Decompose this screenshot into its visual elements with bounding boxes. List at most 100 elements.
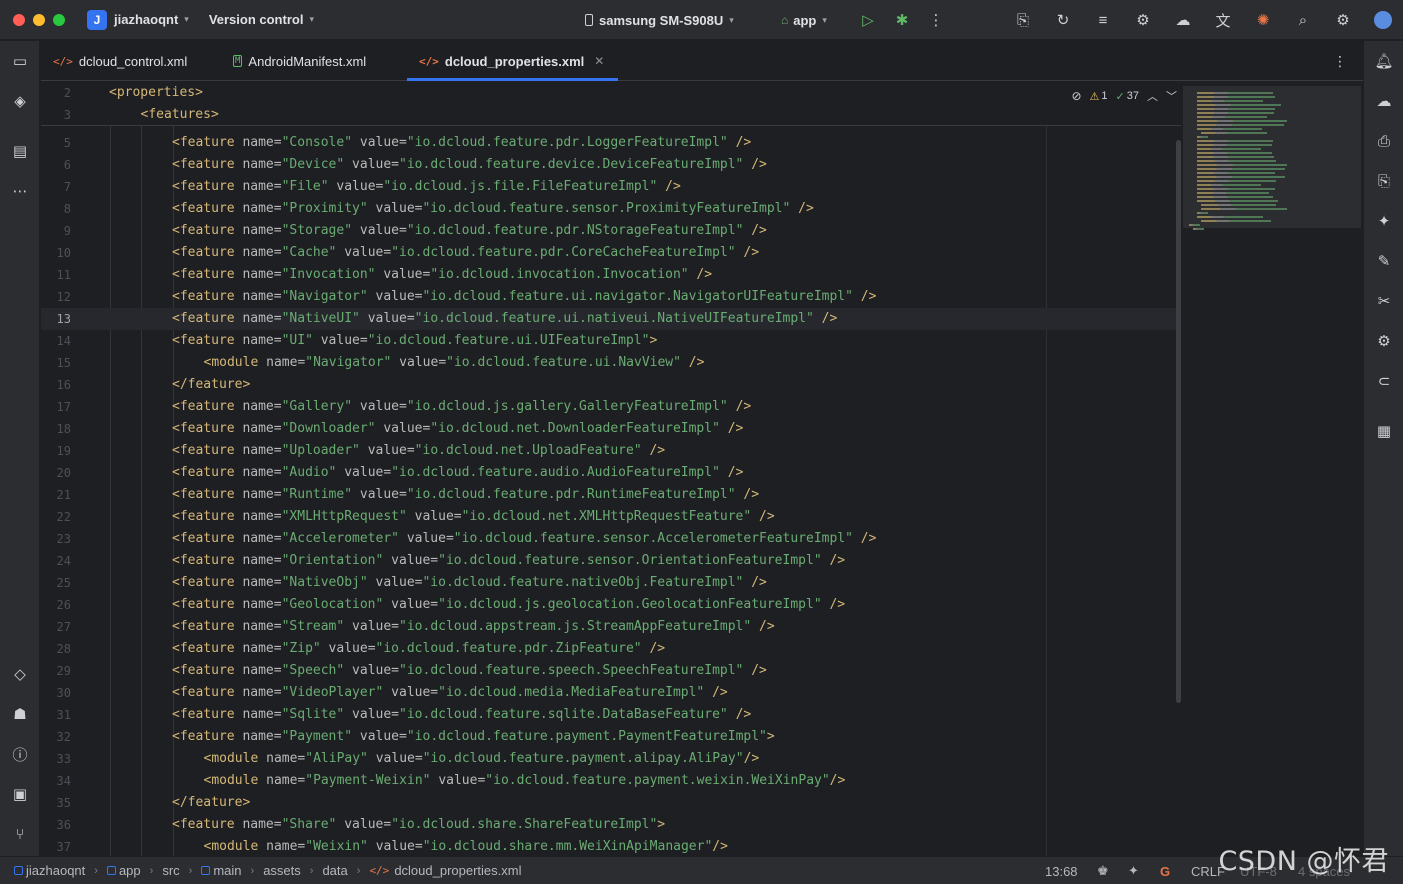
- code-line[interactable]: 5 <feature name="Console" value="io.dclou…: [41, 132, 1181, 154]
- avatar[interactable]: [1373, 10, 1393, 30]
- vertical-scrollbar[interactable]: [1176, 140, 1181, 703]
- code-line[interactable]: 31 <feature name="Sqlite" value="io.dclou…: [41, 704, 1181, 726]
- translate-icon[interactable]: 文: [1213, 10, 1233, 30]
- eye-off-icon[interactable]: ⊘: [1071, 89, 1081, 103]
- gemini-icon[interactable]: ✦: [1374, 211, 1394, 231]
- project-selector[interactable]: J jiazhaoqnt ▾: [87, 9, 189, 30]
- code-line[interactable]: 32 <feature name="Payment" value="io.dclo…: [41, 726, 1181, 748]
- code-editor[interactable]: 2 <properties> 3 <features> ⊘ ⚠ 1 ✓ 37 ︿ ﹀ …: [41, 82, 1181, 856]
- run-icon[interactable]: ▷: [858, 10, 878, 30]
- tab-android-manifest[interactable]: M AndroidManifest.xml: [233, 41, 366, 81]
- xml-attr-name: name=: [234, 575, 282, 590]
- search-icon[interactable]: ⌕: [1293, 10, 1313, 30]
- gear-icon[interactable]: ⚙: [1333, 10, 1353, 30]
- edit-icon[interactable]: ✎: [1374, 251, 1394, 271]
- code-text: <feature name="Share" value="io.dcloud.s…: [172, 814, 665, 836]
- code-line[interactable]: 2 <properties>: [41, 82, 1181, 104]
- code-line[interactable]: 22 <feature name="XMLHttpRequest" value="…: [41, 506, 1181, 528]
- apply-changes-icon[interactable]: ⎘: [1013, 10, 1033, 30]
- code-line[interactable]: 27 <feature name="Stream" value="io.dclou…: [41, 616, 1181, 638]
- version-control-menu[interactable]: Version control ▾: [209, 12, 314, 27]
- device-selector[interactable]: samsung SM-S908U ▾: [585, 0, 734, 40]
- avd-icon[interactable]: ♚: [1097, 857, 1109, 884]
- logcat-icon[interactable]: ☗: [10, 704, 30, 724]
- sync-project-icon[interactable]: ≡: [1093, 10, 1113, 30]
- apply-code-changes-icon[interactable]: ↻: [1053, 10, 1073, 30]
- chevron-up-icon[interactable]: ︿: [1147, 88, 1158, 104]
- code-line[interactable]: 15 <module name="Navigator" value="io.dcl…: [41, 352, 1181, 374]
- breadcrumb-item[interactable]: </> dcloud_properties.xml: [369, 863, 521, 878]
- code-line[interactable]: 14 <feature name="UI" value="io.dcloud.fe…: [41, 330, 1181, 352]
- minimap-line: [1197, 120, 1287, 122]
- chevron-down-icon[interactable]: ﹀: [1166, 88, 1177, 104]
- running-devices-icon[interactable]: ▦: [1374, 421, 1394, 441]
- code-line[interactable]: 37 <module name="Weixin" value="io.dcloud…: [41, 836, 1181, 856]
- more-tabs-icon[interactable]: ⋮: [1333, 53, 1347, 70]
- device-manager-icon[interactable]: ☁: [1173, 10, 1193, 30]
- google-icon[interactable]: G: [1160, 857, 1170, 884]
- terminal-icon[interactable]: ▣: [10, 784, 30, 804]
- code-line[interactable]: 19 <feature name="Uploader" value="io.dcl…: [41, 440, 1181, 462]
- tab-dcloud-properties[interactable]: </> dcloud_properties.xml ✕: [406, 41, 619, 81]
- run-config-selector[interactable]: ⌂ app ▾: [781, 0, 827, 40]
- code-line[interactable]: 34 <module name="Payment-Weixin" value="i…: [41, 770, 1181, 792]
- code-line[interactable]: 25 <feature name="NativeObj" value="io.dc…: [41, 572, 1181, 594]
- breadcrumb-item[interactable]: jiazhaoqnt: [14, 863, 85, 878]
- structure-icon[interactable]: ▤: [10, 141, 30, 161]
- code-line[interactable]: 29 <feature name="Speech" value="io.dclou…: [41, 660, 1181, 682]
- code-line[interactable]: 23 <feature name="Accelerometer" value="i…: [41, 528, 1181, 550]
- resource-manager-icon[interactable]: ◈: [10, 91, 30, 111]
- code-line[interactable]: 18 <feature name="Downloader" value="io.d…: [41, 418, 1181, 440]
- code-line[interactable]: 8 <feature name="Proximity" value="io.dcl…: [41, 198, 1181, 220]
- sparkle-icon[interactable]: ✦: [1128, 857, 1139, 884]
- code-line[interactable]: 36 <feature name="Share" value="io.dcloud…: [41, 814, 1181, 836]
- gem-icon[interactable]: ◇: [10, 664, 30, 684]
- zoom-window-button[interactable]: [53, 13, 65, 26]
- folder-icon[interactable]: ▭: [10, 51, 30, 71]
- code-line[interactable]: 10 <feature name="Cache" value="io.dcloud…: [41, 242, 1181, 264]
- cursor-position[interactable]: 13:68: [1045, 857, 1078, 884]
- breadcrumb-item[interactable]: data: [322, 863, 347, 878]
- code-line[interactable]: 3 <features>: [41, 104, 1181, 126]
- more-actions-icon[interactable]: ⋮: [926, 10, 946, 30]
- code-line[interactable]: 28 <feature name="Zip" value="io.dcloud.f…: [41, 638, 1181, 660]
- link-icon[interactable]: ⊂: [1374, 371, 1394, 391]
- code-line[interactable]: 17 <feature name="Gallery" value="io.dclo…: [41, 396, 1181, 418]
- more-tools-icon[interactable]: ⋯: [10, 181, 30, 201]
- minimap[interactable]: [1183, 82, 1361, 856]
- gemini-icon[interactable]: ✺: [1253, 10, 1273, 30]
- code-line[interactable]: 16 </feature>: [41, 374, 1181, 396]
- scissors-icon[interactable]: ✂: [1374, 291, 1394, 311]
- code-line[interactable]: 24 <feature name="Orientation" value="io.…: [41, 550, 1181, 572]
- close-window-button[interactable]: [13, 13, 25, 26]
- code-line[interactable]: 33 <module name="AliPay" value="io.dcloud…: [41, 748, 1181, 770]
- problems-icon[interactable]: ⓘ: [10, 744, 30, 764]
- breadcrumb-item[interactable]: src: [162, 863, 179, 878]
- code-line[interactable]: 7 <feature name="File" value="io.dcloud.j…: [41, 176, 1181, 198]
- code-line[interactable]: 35 </feature>: [41, 792, 1181, 814]
- code-line[interactable]: 6 <feature name="Device" value="io.dcloud…: [41, 154, 1181, 176]
- device-manager-icon[interactable]: ☁: [1374, 91, 1394, 111]
- breadcrumb-item[interactable]: main: [201, 863, 242, 878]
- code-line[interactable]: 20 <feature name="Audio" value="io.dcloud…: [41, 462, 1181, 484]
- breadcrumb-item[interactable]: assets: [263, 863, 301, 878]
- tab-dcloud-control[interactable]: </> dcloud_control.xml: [53, 41, 187, 81]
- git-icon[interactable]: ⑂: [10, 824, 30, 844]
- inspection-widget[interactable]: ⊘ ⚠ 1 ✓ 37 ︿ ﹀: [1071, 88, 1177, 104]
- debug-icon[interactable]: ✱: [892, 10, 912, 30]
- code-line[interactable]: 26 <feature name="Geolocation" value="io.…: [41, 594, 1181, 616]
- code-line[interactable]: 12 <feature name="Navigator" value="io.dc…: [41, 286, 1181, 308]
- breadcrumb-item[interactable]: app: [106, 863, 141, 878]
- code-line[interactable]: 13 <feature name="NativeUI" value="io.dcl…: [41, 308, 1181, 330]
- attach-debugger-icon[interactable]: ⚙: [1133, 10, 1153, 30]
- notifications-icon[interactable]: 🔔︎: [1374, 51, 1394, 71]
- gradle-icon[interactable]: ⎙: [1374, 131, 1394, 151]
- code-line[interactable]: 11 <feature name="Invocation" value="io.d…: [41, 264, 1181, 286]
- close-icon[interactable]: ✕: [594, 54, 604, 68]
- code-line[interactable]: 21 <feature name="Runtime" value="io.dclo…: [41, 484, 1181, 506]
- minimize-window-button[interactable]: [33, 13, 45, 26]
- device-file-explorer-icon[interactable]: ⎘: [1374, 171, 1394, 191]
- layout-inspector-icon[interactable]: ⚙: [1374, 331, 1394, 351]
- code-line[interactable]: 30 <feature name="VideoPlayer" value="io.…: [41, 682, 1181, 704]
- code-line[interactable]: 9 <feature name="Storage" value="io.dclou…: [41, 220, 1181, 242]
